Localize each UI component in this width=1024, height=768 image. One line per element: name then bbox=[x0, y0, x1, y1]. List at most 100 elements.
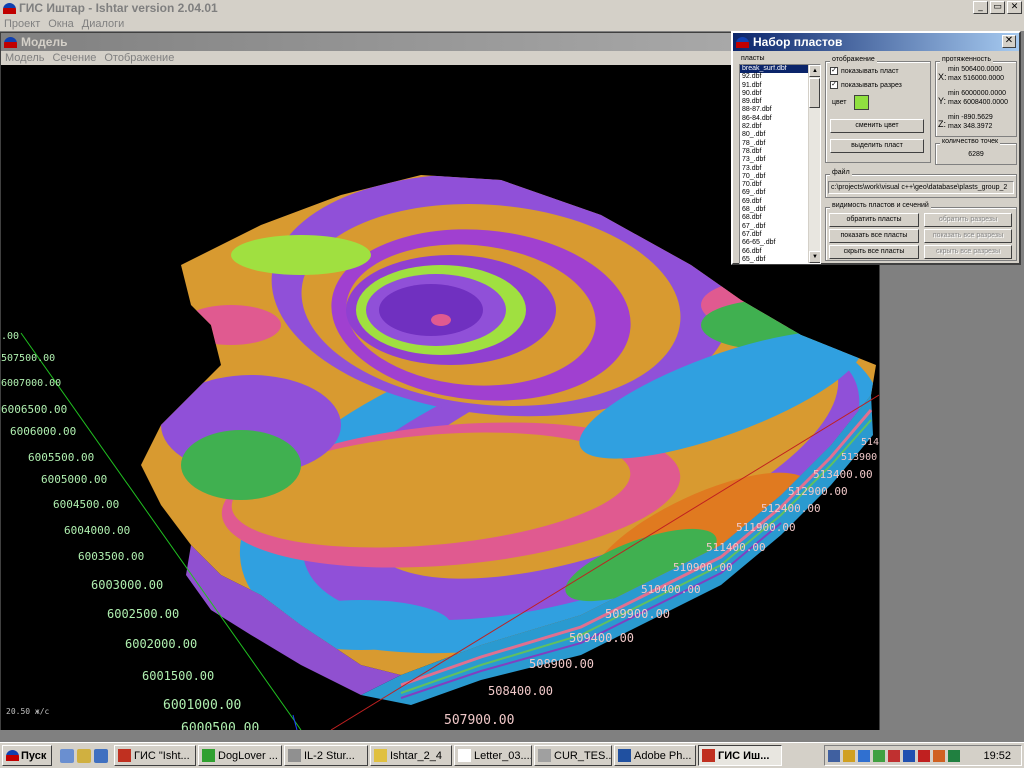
visibility-group: видимость пластов и сечений обратить пла… bbox=[825, 202, 1017, 261]
point-count-value: 6289 bbox=[968, 151, 984, 158]
tray-antivirus-icon[interactable] bbox=[918, 749, 930, 762]
tray-app-icon[interactable] bbox=[843, 749, 855, 762]
system-tray: 19:52 bbox=[824, 745, 1022, 766]
point-count-label: количество точек bbox=[940, 138, 1001, 145]
dialog-title: Набор пластов bbox=[753, 35, 843, 49]
x-axis-marker: X: bbox=[938, 72, 947, 82]
taskbar-task-button[interactable]: CUR_TES... bbox=[534, 745, 612, 766]
x-axis-tick-label: 509900.00 bbox=[605, 607, 671, 621]
x-axis-tick-label: 513900. bbox=[841, 452, 879, 463]
hide-all-sections-button[interactable]: скрыть все разрезы bbox=[924, 245, 1012, 259]
tray-volume-icon[interactable] bbox=[948, 749, 960, 762]
quicklaunch-desktop-icon[interactable] bbox=[60, 748, 74, 763]
checkbox-check-icon: ✓ bbox=[830, 81, 838, 89]
app-logo-icon bbox=[3, 2, 16, 14]
x-axis-tick-label: 508400.00 bbox=[488, 684, 554, 698]
taskbar-task-button[interactable]: DogLover ... bbox=[198, 745, 282, 766]
task-app-icon bbox=[288, 749, 301, 762]
y-axis-tick-label: .00 bbox=[1, 331, 20, 342]
minimize-button[interactable]: _ bbox=[973, 1, 988, 14]
x-axis-tick-label: 512900.00 bbox=[788, 485, 848, 498]
x-axis-tick-label: 510900.00 bbox=[673, 561, 733, 574]
tray-language-icon[interactable] bbox=[903, 749, 915, 762]
taskbar-task-button[interactable]: Ishtar_2_4 bbox=[370, 745, 452, 766]
menu-model[interactable]: Модель bbox=[1, 52, 48, 64]
start-button[interactable]: Пуск bbox=[2, 745, 52, 766]
y-min-value: 6000000.0000 bbox=[961, 90, 1007, 97]
menu-display[interactable]: Отображение bbox=[100, 52, 178, 64]
z-axis-line bbox=[292, 714, 298, 730]
invert-sections-button[interactable]: обратить разрезы bbox=[924, 213, 1012, 227]
scroll-down-icon[interactable]: ▼ bbox=[809, 251, 820, 263]
dialog-icon bbox=[736, 36, 749, 48]
y-axis-tick-label: 507500.00 bbox=[1, 353, 56, 364]
y-axis-tick-label: 6004500.00 bbox=[53, 498, 120, 511]
y-axis-tick-label: 6001000.00 bbox=[163, 698, 242, 713]
color-swatch[interactable] bbox=[854, 95, 869, 110]
menu-windows[interactable]: Окна bbox=[44, 18, 78, 30]
task-app-icon bbox=[374, 749, 387, 762]
close-button[interactable]: ✕ bbox=[1007, 1, 1022, 14]
x-axis-tick-label: 511400.00 bbox=[706, 541, 766, 554]
show-section-checkbox[interactable]: ✓ показывать разрез bbox=[830, 81, 902, 89]
dialog-close-button[interactable]: ✕ bbox=[1002, 35, 1016, 48]
x-axis-tick-label: 507900.00 bbox=[444, 713, 515, 728]
quicklaunch-browser-icon[interactable] bbox=[77, 748, 91, 763]
y-axis-tick-label: 6006000.00 bbox=[10, 425, 77, 438]
z-max-value: 348.3972 bbox=[963, 123, 993, 130]
menu-dialogs[interactable]: Диалоги bbox=[78, 18, 129, 30]
layers-listbox[interactable]: break_surf.dbf 92.dbf 91.dbf 90.dbf 89.dbf 88… bbox=[739, 64, 821, 264]
x-axis-tick-label: 511900.00 bbox=[736, 521, 796, 534]
show-all-layers-button[interactable]: показать все пласты bbox=[829, 229, 919, 243]
display-group-label: отображение bbox=[830, 56, 877, 63]
y-axis-tick-label: 6001500.00 bbox=[142, 669, 215, 683]
taskbar-task-button[interactable]: ГИС Иш... bbox=[698, 745, 782, 766]
app-title: ГИС Иштар - Ishtar version 2.04.01 bbox=[19, 1, 218, 15]
y-axis-tick-label: 6002000.00 bbox=[125, 637, 198, 651]
quicklaunch-mail-icon[interactable] bbox=[94, 748, 108, 763]
dialog-titlebar[interactable]: Набор пластов bbox=[733, 33, 1019, 51]
invert-layers-button[interactable]: обратить пласты bbox=[829, 213, 919, 227]
task-app-icon bbox=[702, 749, 715, 762]
taskbar-task-button[interactable]: ГИС "Isht... bbox=[114, 745, 196, 766]
display-group: отображение ✓ показывать пласт ✓ показыват… bbox=[825, 56, 931, 163]
app-titlebar: ГИС Иштар - Ishtar version 2.04.01 _ ▭ ✕ bbox=[0, 0, 1024, 16]
model-window-icon bbox=[4, 36, 17, 48]
scroll-thumb[interactable] bbox=[809, 78, 820, 108]
point-count-group: количество точек 6289 bbox=[935, 138, 1017, 165]
layers-label: пласты bbox=[741, 55, 765, 62]
x-axis-tick-label: 514 bbox=[861, 437, 879, 448]
tray-network-icon[interactable] bbox=[828, 749, 840, 762]
y-max-value: 6008400.0000 bbox=[963, 99, 1008, 106]
tray-red-icon[interactable] bbox=[888, 749, 900, 762]
file-path-field[interactable]: c:\projects\work\visual c++\geo\database… bbox=[828, 181, 1014, 194]
tray-green-icon[interactable] bbox=[873, 749, 885, 762]
task-app-icon bbox=[538, 749, 551, 762]
x-axis-tick-label: 510400.00 bbox=[641, 583, 701, 596]
x-axis-tick-label: 509400.00 bbox=[569, 631, 635, 645]
menu-project[interactable]: Проект bbox=[0, 18, 44, 30]
scroll-up-icon[interactable]: ▲ bbox=[809, 65, 820, 77]
extent-group: протяженность X: min 506400.0000 max 516… bbox=[935, 56, 1017, 137]
taskbar: Пуск ГИС "Isht... DogLover ... IL-2 Stur..… bbox=[0, 742, 1024, 768]
tray-media-icon[interactable] bbox=[933, 749, 945, 762]
windows-logo-icon bbox=[6, 750, 19, 761]
restore-button[interactable]: ▭ bbox=[990, 1, 1005, 14]
taskbar-task-button[interactable]: Letter_03.... bbox=[454, 745, 532, 766]
z-axis-marker: Z: bbox=[938, 119, 946, 129]
taskbar-task-button[interactable]: IL-2 Stur... bbox=[284, 745, 368, 766]
z-min-value: -890.5629 bbox=[961, 114, 993, 121]
menu-section[interactable]: Сечение bbox=[48, 52, 100, 64]
layers-scrollbar[interactable]: ▲ ▼ bbox=[808, 65, 820, 263]
select-layer-button[interactable]: выделить пласт bbox=[830, 139, 924, 153]
checkbox-check-icon: ✓ bbox=[830, 67, 838, 75]
tray-info-icon[interactable] bbox=[858, 749, 870, 762]
task-app-icon bbox=[118, 749, 131, 762]
show-layer-checkbox[interactable]: ✓ показывать пласт bbox=[830, 67, 899, 75]
hide-all-layers-button[interactable]: скрыть все пласты bbox=[829, 245, 919, 259]
change-color-button[interactable]: сменить цвет bbox=[830, 119, 924, 133]
taskbar-task-button[interactable]: Adobe Ph... bbox=[614, 745, 696, 766]
x-axis-tick-label: 512400.00 bbox=[761, 502, 821, 515]
task-app-icon bbox=[202, 749, 215, 762]
show-all-sections-button[interactable]: показать все разрезы bbox=[924, 229, 1012, 243]
